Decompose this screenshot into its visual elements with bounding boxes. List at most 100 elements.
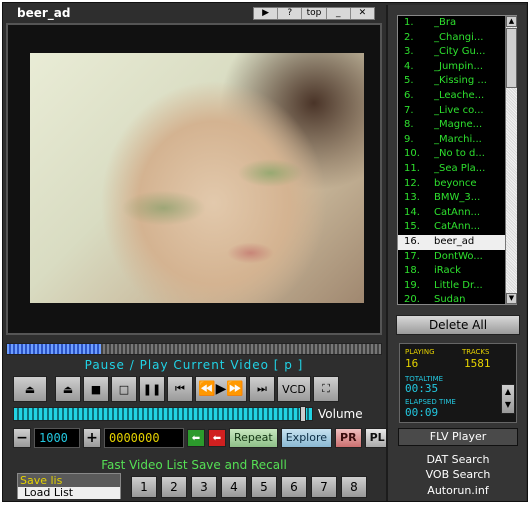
next-button[interactable]: ⏭ (249, 376, 275, 402)
playlist-item-name: Sudan (434, 294, 466, 304)
playlist-item-number: 17. (404, 250, 420, 262)
track-stepper[interactable]: ▲ ▼ (501, 384, 515, 414)
delete-all-button[interactable]: Delete All (396, 315, 520, 335)
fullscreen-icon: ⛶ (322, 382, 330, 395)
playlist-item-name: _Magne... (434, 119, 483, 131)
eject-small-button[interactable]: ⏏ (55, 376, 81, 402)
slot-button[interactable]: 5 (251, 476, 277, 498)
flv-player-button[interactable]: FLV Player (398, 428, 518, 446)
playlist-item[interactable]: 9. _Marchi... (398, 133, 505, 148)
slot-button[interactable]: 6 (281, 476, 307, 498)
seek-bar-fill (7, 344, 101, 354)
window-controls: ▶ ? top _ ✕ (253, 7, 375, 20)
option-row: − 1000 + 0000000 ⬅ ⬅ Repeat Explore PR P… (13, 428, 390, 448)
previous-button[interactable]: ⏮ (167, 376, 193, 402)
playlist-item[interactable]: 19. Little Dr... (398, 279, 505, 294)
playlist-item[interactable]: 17. DontWo... (398, 250, 505, 265)
playlist-item[interactable]: 18. iRack (398, 264, 505, 279)
decrease-button[interactable]: − (13, 428, 31, 448)
elapsed-time-label: ELAPSED TIME (405, 398, 456, 406)
playlist-item[interactable]: 3. _City Gu... (398, 45, 505, 60)
playlist-item[interactable]: 6. _Leache... (398, 89, 505, 104)
playlist-item-number: 12. (404, 177, 420, 189)
playlist-item-number: 16. (404, 235, 420, 247)
total-time-value: 00:35 (405, 382, 439, 395)
playlist-item[interactable]: 4. _Jumpin... (398, 60, 505, 75)
transport-controls: ⏏ ⏏ ■ □ ❚❚ ⏮ ⏪▶⏩ ⏭ VCD ⛶ (13, 376, 339, 402)
repeat-button[interactable]: Repeat (229, 428, 278, 448)
playlist-item-number: 1. (404, 17, 414, 28)
stop-outline-button[interactable]: □ (111, 376, 137, 402)
seek-bar[interactable] (6, 343, 382, 355)
video-display[interactable] (30, 53, 364, 303)
playlist-item-name: iRack (434, 265, 461, 277)
playlist-item[interactable]: 15. CatAnn... (398, 220, 505, 235)
slot-button[interactable]: 4 (221, 476, 247, 498)
load-list-button[interactable]: Load List (18, 487, 120, 499)
playlist-item[interactable]: 7. _Live co... (398, 104, 505, 119)
playlist-item-name: BMW_3... (434, 192, 481, 204)
increase-button[interactable]: + (83, 428, 101, 448)
scroll-thumb[interactable] (506, 28, 517, 88)
playlist-item-name: DontWo... (434, 250, 483, 262)
playlist-item[interactable]: 10. _No to d... (398, 147, 505, 162)
vob-search-link[interactable]: VOB Search (388, 468, 528, 481)
volume-knob[interactable] (300, 406, 306, 422)
minimize-button[interactable]: _ (327, 8, 351, 19)
vcd-button[interactable]: VCD (277, 376, 311, 402)
info-panel: PLAYING 16 TRACKS 1581 TOTALTIME 00:35 E… (399, 343, 517, 423)
play-button[interactable]: ⏪▶⏩ (195, 376, 247, 402)
volume-slider[interactable] (13, 407, 313, 421)
explore-button[interactable]: Explore (280, 428, 333, 448)
playlist-item-name: _Marchi... (434, 133, 482, 145)
video-frame[interactable] (6, 23, 382, 335)
playlist-item[interactable]: 13. BMW_3... (398, 191, 505, 206)
playlist-item-number: 19. (404, 279, 420, 291)
red-arrow-button[interactable]: ⬅ (208, 429, 226, 447)
tracks-value: 1581 (464, 357, 491, 370)
eject-icon: ⏏ (24, 382, 36, 396)
pr-button[interactable]: PR (335, 428, 362, 448)
playlist-item[interactable]: 5. _Kissing ... (398, 74, 505, 89)
status-hint: Pause / Play Current Video [ p ] (84, 358, 304, 372)
playlist-item-number: 8. (404, 119, 414, 131)
help-button[interactable]: ? (278, 8, 303, 19)
playlist-scrollbar[interactable]: ▲ ▼ (505, 16, 517, 304)
playlist-item-name: _Jumpin... (434, 60, 484, 72)
slot-button[interactable]: 8 (341, 476, 367, 498)
playlist-item-name: beyonce (434, 177, 477, 189)
pause-button[interactable]: ❚❚ (139, 376, 165, 402)
slot-button[interactable]: 1 (131, 476, 157, 498)
playlist-item-number: 11. (404, 162, 420, 174)
arrow-left-green-icon: ⬅ (191, 432, 201, 444)
slot-button[interactable]: 7 (311, 476, 337, 498)
next-icon: ⏭ (257, 382, 267, 395)
autorun-link[interactable]: Autorun.inf (388, 484, 528, 497)
playlist-item-name: _Live co... (434, 104, 484, 116)
playlist-item-number: 6. (404, 89, 414, 101)
scroll-up-icon[interactable]: ▲ (506, 16, 517, 27)
always-on-top-button[interactable]: top (302, 8, 327, 19)
dat-search-link[interactable]: DAT Search (388, 453, 528, 466)
fullscreen-button[interactable]: ⛶ (313, 376, 339, 402)
playlist-item[interactable]: 11. _Sea Pla... (398, 162, 505, 177)
volume-label: Volume (318, 407, 363, 421)
stop-button[interactable]: ■ (83, 376, 109, 402)
slot-button[interactable]: 3 (191, 476, 217, 498)
slot-button[interactable]: 2 (161, 476, 187, 498)
playlist-item[interactable]: 8. _Magne... (398, 118, 505, 133)
close-button[interactable]: ✕ (351, 8, 374, 19)
playlist-item[interactable]: 20. Sudan (398, 293, 505, 304)
mini-play-icon[interactable]: ▶ (254, 8, 279, 19)
playlist-item[interactable]: 14. CatAnn... (398, 206, 505, 221)
playlist-item[interactable]: 12. beyonce (398, 177, 505, 192)
playlist-item[interactable]: 16. beer_ad (398, 234, 505, 250)
playlist-item[interactable]: 1. _Bra (398, 16, 505, 31)
playlist-item[interactable]: 2. _Changi... (398, 31, 505, 46)
scroll-down-icon[interactable]: ▼ (506, 293, 517, 304)
playlist-item-number: 7. (404, 104, 414, 116)
eject-button[interactable]: ⏏ (13, 376, 47, 402)
playlist-item-name: _Leache... (434, 89, 485, 101)
eject-small-icon: ⏏ (62, 382, 74, 396)
green-arrow-button[interactable]: ⬅ (187, 429, 205, 447)
